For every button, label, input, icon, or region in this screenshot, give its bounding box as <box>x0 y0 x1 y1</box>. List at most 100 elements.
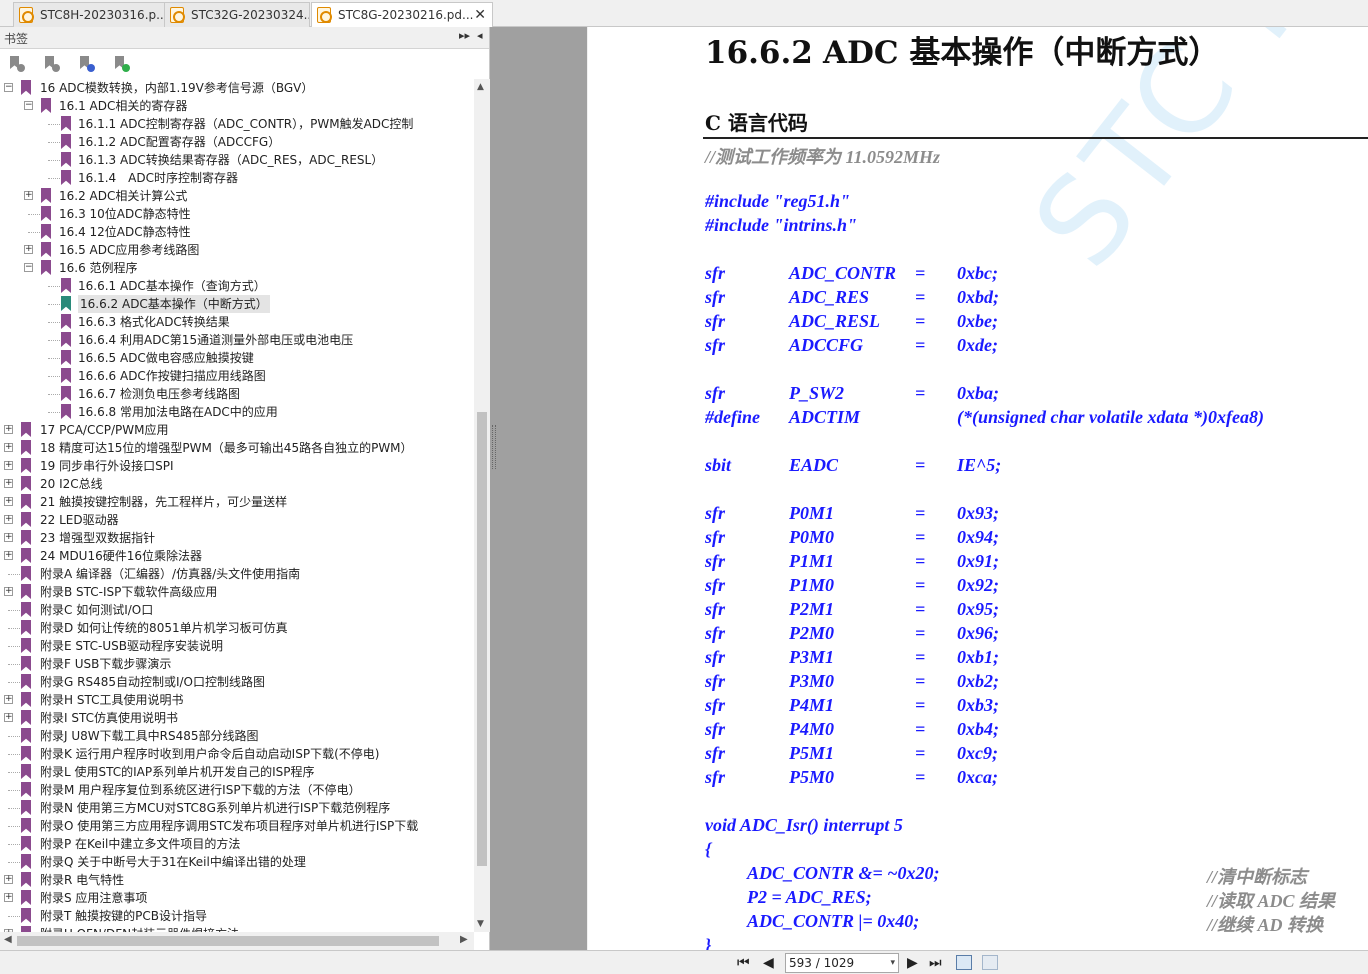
bookmark-item[interactable]: 16.3 10位ADC静态特性 <box>0 205 470 223</box>
expand-icon[interactable]: + <box>4 587 13 596</box>
expand-icon[interactable]: + <box>4 875 13 884</box>
scroll-left-icon[interactable]: ◀ <box>4 934 12 945</box>
collapse-icon[interactable]: − <box>4 83 13 92</box>
expand-icon[interactable]: + <box>4 461 13 470</box>
scroll-up-icon[interactable]: ▲ <box>477 82 484 92</box>
expand-icon[interactable]: + <box>4 695 13 704</box>
bookmark-item[interactable]: +16.5 ADC应用参考线路图 <box>0 241 470 259</box>
scroll-down-icon[interactable]: ▼ <box>477 919 484 929</box>
panel-splitter[interactable] <box>492 425 496 469</box>
bookmark-item[interactable]: +24 MDU16硬件16位乘除法器 <box>0 547 470 565</box>
bookmark-icon <box>21 638 31 653</box>
expand-icon[interactable]: + <box>24 191 33 200</box>
tab-stc8g[interactable]: STC8G-20230216.pd... ✕ <box>311 2 493 28</box>
bookmark-item[interactable]: +附录U QFN/DFN封装元器件焊接方法 <box>0 925 470 932</box>
expand-icon[interactable]: + <box>4 479 13 488</box>
panel-collapse-icon[interactable]: ◂ <box>477 29 483 42</box>
bookmark-label: 附录D 如何让传统的8051单片机学习板可仿真 <box>40 621 288 635</box>
bookmark-item[interactable]: 附录O 使用第三方应用程序调用STC发布项目程序对单片机进行ISP下载 <box>0 817 470 835</box>
bookmark-item[interactable]: 附录T 触摸按键的PCB设计指导 <box>0 907 470 925</box>
bookmark-item[interactable]: 16.6.5 ADC做电容感应触摸按键 <box>0 349 470 367</box>
chevron-down-icon[interactable]: ▾ <box>890 954 895 972</box>
bookmark-item[interactable]: 16.1.3 ADC转换结果寄存器（ADC_RES，ADC_RESL） <box>0 151 470 169</box>
code-token: sfr <box>705 551 726 571</box>
bookmark-item[interactable]: +18 精度可达15位的增强型PWM（最多可输出45路各自独立的PWM） <box>0 439 470 457</box>
bookmark-item[interactable]: 16.6.8 常用加法电路在ADC中的应用 <box>0 403 470 421</box>
bookmark-item[interactable]: 附录M 用户程序复位到系统区进行ISP下载的方法（不停电） <box>0 781 470 799</box>
bookmark-item[interactable]: + 附录I STC仿真使用说明书 <box>0 709 470 727</box>
expand-icon[interactable]: + <box>4 533 13 542</box>
scroll-thumb[interactable] <box>477 412 487 866</box>
expand-icon[interactable]: + <box>4 497 13 506</box>
bookmark-item[interactable]: 附录D 如何让传统的8051单片机学习板可仿真 <box>0 619 470 637</box>
bookmark-item[interactable]: 附录K 运行用户程序时收到用户命令后自动启动ISP下载(不停电) <box>0 745 470 763</box>
tab-stc8h[interactable]: STC8H-20230316.p... <box>13 2 169 27</box>
bookmark-item[interactable]: 16.6.6 ADC作按键扫描应用线路图 <box>0 367 470 385</box>
bookmark-current-icon[interactable] <box>113 56 130 72</box>
expand-icon[interactable]: + <box>4 713 13 722</box>
bookmark-item[interactable]: 16.6.7 检测负电压参考线路图 <box>0 385 470 403</box>
page-number-field[interactable]: 593 / 1029 ▾ <box>785 953 899 973</box>
bookmark-icon <box>41 260 51 275</box>
expand-icon[interactable]: + <box>4 551 13 560</box>
scroll-right-icon[interactable]: ▶ <box>460 934 468 945</box>
next-view-icon[interactable] <box>982 955 998 970</box>
bookmark-item[interactable]: 附录P 在Keil中建立多文件项目的方法 <box>0 835 470 853</box>
expand-icon[interactable]: + <box>4 515 13 524</box>
bookmark-item[interactable]: +22 LED驱动器 <box>0 511 470 529</box>
bookmark-item[interactable]: +21 触摸按键控制器，先工程样片，可少量送样 <box>0 493 470 511</box>
bookmark-item[interactable]: 16.1.4 ADC时序控制寄存器 <box>0 169 470 187</box>
bookmark-item[interactable]: 16.6.4 利用ADC第15通道测量外部电压或电池电压 <box>0 331 470 349</box>
bookmark-item[interactable]: 16.6.2 ADC基本操作（中断方式） <box>0 295 470 313</box>
bookmark-item[interactable]: − 16.1 ADC相关的寄存器 <box>0 97 470 115</box>
bookmark-expand-all-icon[interactable] <box>8 56 25 72</box>
bookmark-item[interactable]: 附录Q 关于中断号大于31在Keil中编译出错的处理 <box>0 853 470 871</box>
bookmark-item[interactable]: +20 I2C总线 <box>0 475 470 493</box>
last-page-button[interactable]: ⏭ <box>929 954 942 972</box>
bookmark-item[interactable]: 16.1.2 ADC配置寄存器（ADCCFG） <box>0 133 470 151</box>
expand-icon[interactable]: + <box>24 245 33 254</box>
bookmark-item[interactable]: 16.6.1 ADC基本操作（查询方式） <box>0 277 470 295</box>
collapse-icon[interactable]: − <box>24 263 33 272</box>
first-page-button[interactable]: ⏮ <box>737 954 750 972</box>
previous-page-button[interactable]: ◀ <box>763 954 774 972</box>
bookmark-item[interactable]: 附录C 如何测试I/O口 <box>0 601 470 619</box>
bookmark-item[interactable]: 16.6.3 格式化ADC转换结果 <box>0 313 470 331</box>
bookmark-icon <box>21 836 31 851</box>
bookmark-label: 16.1.1 ADC控制寄存器（ADC_CONTR），PWM触发ADC控制 <box>78 117 414 131</box>
bookmark-goto-icon[interactable] <box>78 56 95 72</box>
tab-stc32g[interactable]: STC32G-20230324... <box>164 2 310 27</box>
next-page-button[interactable]: ▶ <box>907 954 918 972</box>
collapse-icon[interactable]: − <box>24 101 33 110</box>
bookmark-item[interactable]: +17 PCA/CCP/PWM应用 <box>0 421 470 439</box>
bookmark-item[interactable]: − 16 ADC模数转换，内部1.19V参考信号源（BGV） <box>0 79 470 97</box>
bookmark-item[interactable]: 附录E STC-USB驱动程序安装说明 <box>0 637 470 655</box>
previous-view-icon[interactable] <box>956 955 972 970</box>
bookmark-item[interactable]: 附录F USB下载步骤演示 <box>0 655 470 673</box>
bookmark-item[interactable]: 16.4 12位ADC静态特性 <box>0 223 470 241</box>
expand-icon[interactable]: + <box>4 443 13 452</box>
bookmark-item[interactable]: 附录G RS485自动控制或I/O口控制线路图 <box>0 673 470 691</box>
bookmark-add-icon[interactable] <box>43 56 60 72</box>
bookmark-item[interactable]: +23 增强型双数据指针 <box>0 529 470 547</box>
bookmark-item[interactable]: + 附录B STC-ISP下载软件高级应用 <box>0 583 470 601</box>
close-tab-icon[interactable]: ✕ <box>474 3 486 27</box>
bookmark-item[interactable]: + 附录R 电气特性 <box>0 871 470 889</box>
bookmark-item[interactable]: 16.1.1 ADC控制寄存器（ADC_CONTR），PWM触发ADC控制 <box>0 115 470 133</box>
expand-icon[interactable]: + <box>4 425 13 434</box>
bookmark-item[interactable]: 附录N 使用第三方MCU对STC8G系列单片机进行ISP下载范例程序 <box>0 799 470 817</box>
bookmark-item[interactable]: 附录L 使用STC的IAP系列单片机开发自己的ISP程序 <box>0 763 470 781</box>
tree-vertical-scrollbar[interactable]: ▲ ▼ <box>474 79 490 932</box>
bookmark-item[interactable]: + 附录H STC工具使用说明书 <box>0 691 470 709</box>
expand-icon[interactable]: + <box>4 893 13 902</box>
bookmark-item[interactable]: +19 同步串行外设接口SPI <box>0 457 470 475</box>
tree-horizontal-scrollbar[interactable]: ◀ ▶ <box>0 932 474 950</box>
bookmark-item[interactable]: +16.2 ADC相关计算公式 <box>0 187 470 205</box>
bookmark-item[interactable]: 附录J U8W下载工具中RS485部分线路图 <box>0 727 470 745</box>
scroll-thumb-horizontal[interactable] <box>17 936 439 946</box>
bookmark-item[interactable]: + 附录S 应用注意事项 <box>0 889 470 907</box>
panel-expand-icon[interactable]: ▸▸ <box>459 29 470 42</box>
bookmark-icon <box>21 908 31 923</box>
bookmark-item[interactable]: 附录A 编译器（汇编器）/仿真器/头文件使用指南 <box>0 565 470 583</box>
bookmark-item[interactable]: − 16.6 范例程序 <box>0 259 470 277</box>
